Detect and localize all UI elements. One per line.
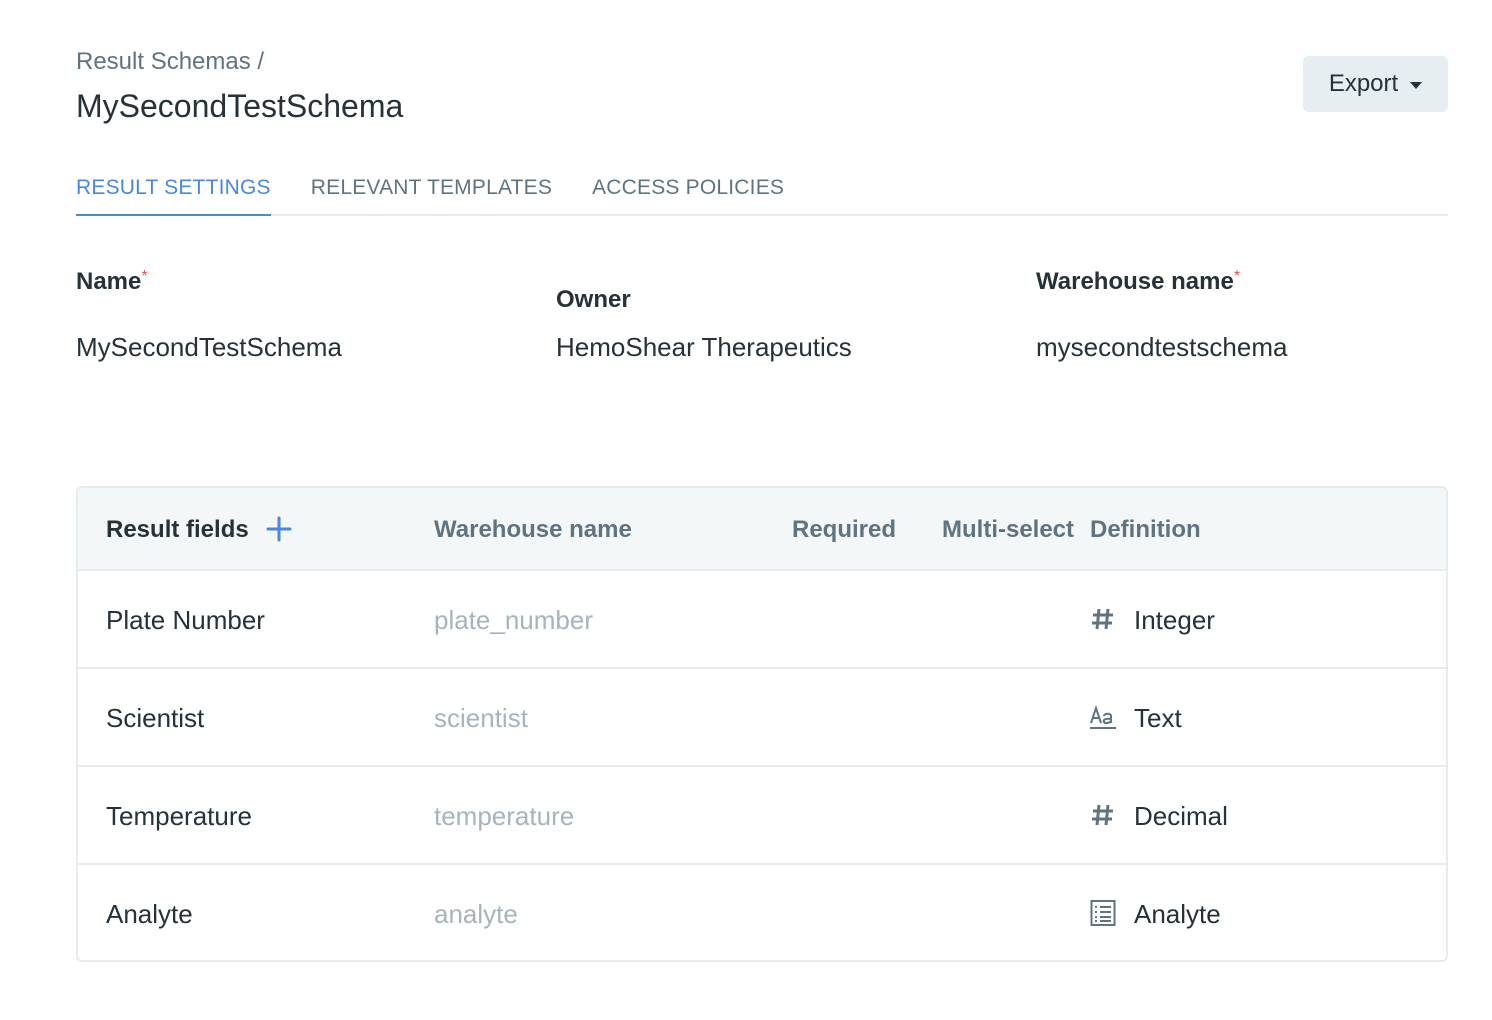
field-warehouse-name: temperature <box>434 801 575 831</box>
warehouse-value: mysecondtestschema <box>1036 332 1288 362</box>
table-row[interactable]: Temperature temperature Decimal <box>78 767 1446 865</box>
table-row[interactable]: Scientist scientist Text <box>78 669 1446 767</box>
caret-down-icon <box>1410 81 1423 89</box>
column-warehouse-name: Warehouse name <box>434 516 632 543</box>
column-result-fields: Result fields <box>106 516 249 543</box>
name-label: Name <box>76 268 142 295</box>
hash-icon <box>1092 804 1113 826</box>
name-field-label: Name* <box>76 268 148 296</box>
owner-value: HemoShear Therapeutics <box>556 332 852 362</box>
tab-relevant-templates[interactable]: RELEVANT TEMPLATES <box>311 170 552 216</box>
field-warehouse-name: scientist <box>434 703 528 733</box>
owner-label: Owner <box>556 286 631 313</box>
column-multi-select: Multi-select <box>942 516 1075 543</box>
export-label: Export <box>1328 70 1399 97</box>
owner-field-label: Owner <box>556 286 631 314</box>
plus-icon[interactable] <box>266 516 292 542</box>
field-name: Analyte <box>106 899 193 929</box>
text-icon <box>1090 704 1116 729</box>
table-row[interactable]: Plate Number plate_number Integer <box>78 571 1446 669</box>
name-value: MySecondTestSchema <box>76 332 342 362</box>
result-fields-table: Result fields Warehouse name Required Mu… <box>76 486 1448 962</box>
list-icon <box>1090 900 1116 926</box>
export-button[interactable]: Export <box>1303 56 1448 112</box>
breadcrumb[interactable]: Result Schemas / <box>76 48 264 76</box>
field-name: Temperature <box>106 801 252 831</box>
column-required: Required <box>792 516 897 543</box>
field-definition: Integer <box>1134 605 1215 635</box>
table-header: Result fields Warehouse name Required Mu… <box>78 488 1446 571</box>
hash-icon <box>1092 608 1113 630</box>
required-mark: * <box>1233 268 1241 285</box>
warehouse-field-label: Warehouse name* <box>1036 268 1240 296</box>
field-definition: Analyte <box>1134 899 1221 929</box>
field-name: Plate Number <box>106 605 265 635</box>
tab-result-settings[interactable]: RESULT SETTINGS <box>76 170 271 216</box>
required-mark: * <box>141 268 148 285</box>
tab-bar: RESULT SETTINGS RELEVANT TEMPLATES ACCES… <box>76 170 1448 216</box>
field-definition: Decimal <box>1134 801 1228 831</box>
table-row[interactable]: Analyte analyte Analyte <box>78 865 1446 960</box>
result-schema-page: Result Schemas / MySecondTestSchema Expo… <box>0 0 1492 1020</box>
tab-access-policies[interactable]: ACCESS POLICIES <box>592 170 784 216</box>
warehouse-label: Warehouse name <box>1036 268 1234 295</box>
field-warehouse-name: analyte <box>434 899 518 929</box>
column-definition: Definition <box>1090 516 1201 543</box>
field-name: Scientist <box>106 703 205 733</box>
page-title: MySecondTestSchema <box>76 88 404 124</box>
field-definition: Text <box>1134 703 1182 733</box>
field-warehouse-name: plate_number <box>434 605 593 635</box>
